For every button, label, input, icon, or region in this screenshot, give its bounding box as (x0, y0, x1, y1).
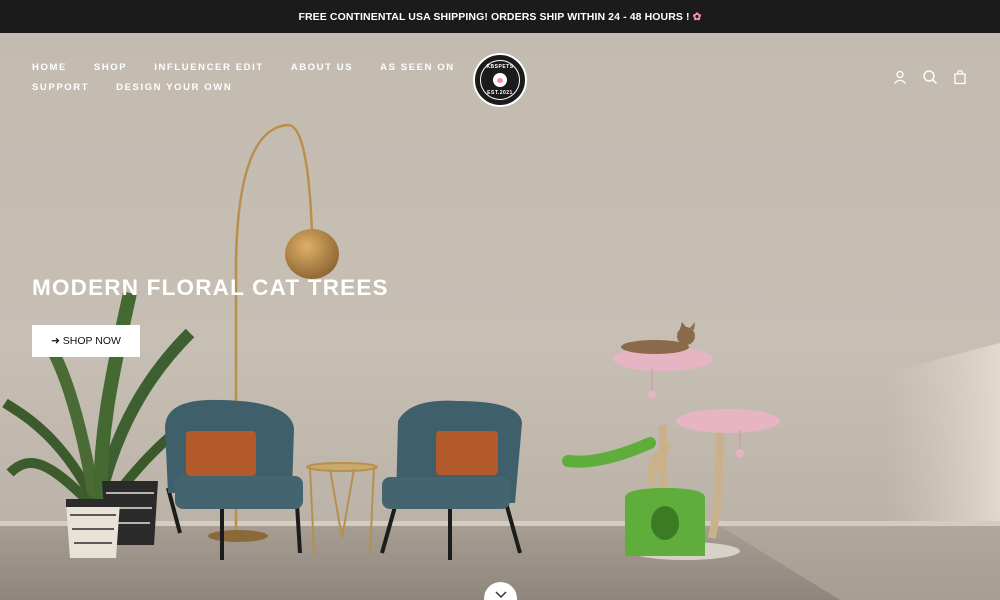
hero-image (0, 123, 1000, 600)
nav-link-shop[interactable]: SHOP (94, 62, 127, 73)
announcement-bar: FREE CONTINENTAL USA SHIPPING! ORDERS SH… (0, 0, 1000, 33)
nav-link-home[interactable]: HOME (32, 62, 67, 73)
nav-link-as-seen-on[interactable]: AS SEEN ON (380, 62, 455, 73)
nav-row-secondary: SUPPORT DESIGN YOUR OWN (32, 82, 232, 93)
nav-row-primary: HOME SHOP INFLUENCER EDIT ABOUT US AS SE… (32, 62, 455, 73)
brand-logo[interactable]: KBSPETS EST.2021 (473, 53, 527, 107)
account-icon[interactable] (892, 69, 908, 85)
nav-link-design-your-own[interactable]: DESIGN YOUR OWN (116, 82, 232, 93)
shop-now-button[interactable]: ➜ SHOP NOW (32, 325, 140, 357)
hero-title: MODERN FLORAL CAT TREES (32, 275, 389, 300)
nav-link-influencer-edit[interactable]: INFLUENCER EDIT (154, 62, 264, 73)
logo-badge: KBSPETS EST.2021 (480, 60, 520, 100)
chevron-down-icon (494, 591, 507, 599)
search-icon[interactable] (922, 69, 938, 85)
nav-link-support[interactable]: SUPPORT (32, 82, 89, 93)
header-icons (892, 69, 968, 85)
paw-icon (493, 73, 507, 87)
main-nav: HOME SHOP INFLUENCER EDIT ABOUT US AS SE… (0, 33, 1000, 113)
nav-link-about-us[interactable]: ABOUT US (291, 62, 353, 73)
hero-banner (0, 33, 1000, 600)
announcement-text: FREE CONTINENTAL USA SHIPPING! ORDERS SH… (298, 10, 690, 23)
logo-top-text: KBSPETS (486, 64, 514, 70)
logo-bottom-text: EST.2021 (487, 90, 513, 96)
cart-icon[interactable] (952, 69, 968, 85)
flower-icon: ✿ (692, 10, 702, 23)
